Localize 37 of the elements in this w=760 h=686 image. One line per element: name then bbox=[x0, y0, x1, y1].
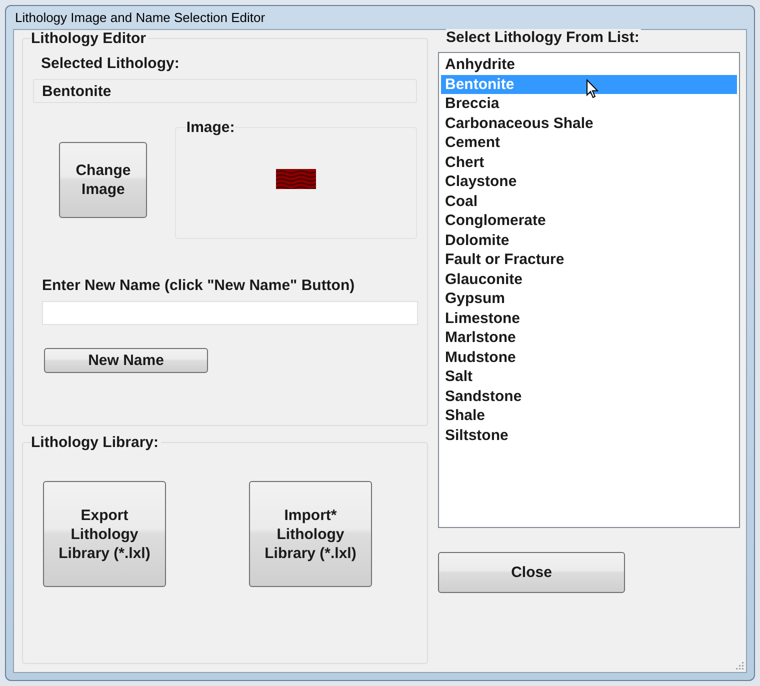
list-item[interactable]: Chert bbox=[441, 152, 737, 172]
new-name-field[interactable] bbox=[42, 301, 418, 325]
resize-grip-icon bbox=[734, 660, 744, 670]
list-item[interactable]: Conglomerate bbox=[441, 211, 737, 230]
library-button[interactable]: Import* Lithology Library (*.lxl) bbox=[249, 481, 372, 587]
image-label: Image: bbox=[186, 119, 235, 137]
list-item[interactable]: Limestone bbox=[441, 308, 737, 328]
list-item[interactable]: Fault or Fracture bbox=[441, 250, 737, 270]
field-label: Enter New Name (click "New Name" Button) bbox=[42, 277, 356, 295]
list-item[interactable]: Breccia bbox=[441, 94, 737, 114]
close-button[interactable]: Close bbox=[438, 552, 625, 593]
list-item[interactable]: Dolomite bbox=[441, 230, 737, 250]
mouse-cursor-icon bbox=[586, 79, 599, 99]
list-item[interactable]: Salt bbox=[441, 367, 737, 386]
list-item[interactable]: Mudstone bbox=[441, 348, 737, 367]
group-title: Lithology Editor bbox=[31, 30, 148, 47]
list-item[interactable]: Claystone bbox=[441, 172, 737, 192]
window-title: Lithology Image and Name Selection Editor bbox=[14, 9, 266, 27]
selected-lithology-field: Bentonite bbox=[33, 79, 417, 103]
new-name-button[interactable]: New Name bbox=[44, 348, 208, 373]
library-button[interactable]: Export Lithology Library (*.lxl) bbox=[43, 481, 166, 587]
list-item[interactable]: Marlstone bbox=[441, 328, 737, 348]
list-item[interactable]: Siltstone bbox=[441, 426, 737, 445]
list-item[interactable]: Glauconite bbox=[441, 270, 737, 289]
lithology-list[interactable]: Anhydrite Bentonite Breccia Carbonaceous Shale Cement Chert Claystone Coal Conglomerate Dolomite Fault or Fracture Glauconite Gypsum Limestone Marlstone Mudstone Salt Sandstone Shale Siltstone bbox=[438, 52, 740, 528]
list-item[interactable]: Coal bbox=[441, 192, 737, 211]
list-item[interactable]: Carbonaceous Shale bbox=[441, 114, 737, 133]
lithology-pattern-icon bbox=[276, 169, 316, 189]
field-label: Selected Lithology: bbox=[41, 55, 180, 73]
list-item[interactable]: Shale bbox=[441, 406, 737, 426]
change-image-button[interactable]: Change Image bbox=[59, 142, 148, 218]
list-item[interactable]: Cement bbox=[441, 133, 737, 152]
list-item[interactable]: Gypsum bbox=[441, 289, 737, 308]
list-item[interactable]: Sandstone bbox=[441, 386, 737, 406]
group-title: Lithology Library: bbox=[31, 434, 160, 451]
group-title: Select Lithology From List: bbox=[446, 29, 642, 46]
list-item[interactable]: Anhydrite bbox=[441, 55, 737, 74]
